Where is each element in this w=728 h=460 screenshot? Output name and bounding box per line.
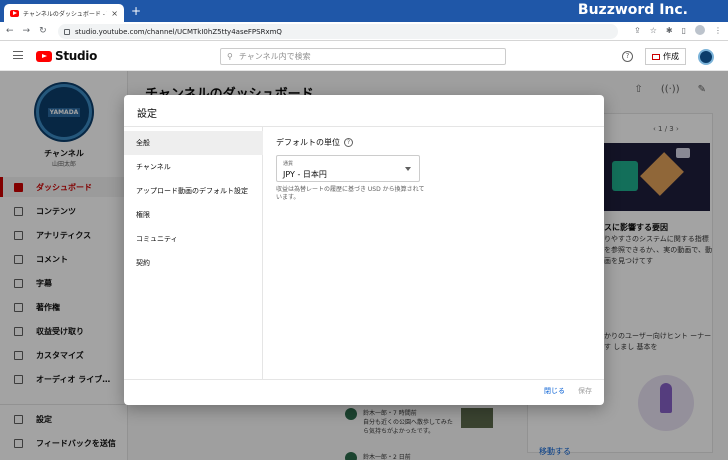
browser-tab[interactable]: チャンネルのダッシュボード - YouTube × xyxy=(4,4,124,22)
tab-title: チャンネルのダッシュボード - YouTube xyxy=(23,10,107,18)
search-input[interactable]: ⚲ チャンネル内で検索 xyxy=(220,48,506,65)
currency-caption: 通貨 xyxy=(283,161,294,167)
account-avatar[interactable] xyxy=(698,48,714,65)
watermark: Buzzword Inc. xyxy=(577,2,688,18)
close-button[interactable]: 閉じる xyxy=(544,386,565,396)
create-label: 作成 xyxy=(663,52,679,61)
create-button[interactable]: 作成 xyxy=(645,48,686,65)
share-icon[interactable]: ⇪ xyxy=(634,26,641,35)
search-icon: ⚲ xyxy=(227,52,233,61)
lock-icon xyxy=(64,28,70,35)
sidepanel-icon[interactable]: ▯ xyxy=(682,26,686,35)
section-label: デフォルトの単位 xyxy=(276,138,340,147)
settings-nav-upload-defaults[interactable]: アップロード動画のデフォルト設定 xyxy=(124,179,263,203)
settings-dialog: 設定 全般 チャンネル アップロード動画のデフォルト設定 権限 コミュニティ 契… xyxy=(124,95,604,405)
currency-note: 収益は為替レートの履歴に基づき USD から換算されています。 xyxy=(276,186,425,201)
menu-icon[interactable]: ⋮ xyxy=(714,26,722,35)
settings-nav-community[interactable]: コミュニティ xyxy=(124,227,263,251)
forward-icon[interactable]: → xyxy=(23,26,31,36)
currency-value: JPY - 日本円 xyxy=(283,170,327,179)
dialog-title: 設定 xyxy=(137,109,157,120)
new-tab-icon[interactable]: + xyxy=(131,4,141,18)
header-actions: ? 作成 xyxy=(622,48,714,65)
back-icon[interactable]: ← xyxy=(6,26,14,36)
browser-tabbar: チャンネルのダッシュボード - YouTube × + Buzzword Inc… xyxy=(0,0,728,22)
save-button[interactable]: 保存 xyxy=(578,386,592,396)
hamburger-icon[interactable] xyxy=(13,51,23,59)
youtube-favicon-icon xyxy=(10,9,19,17)
settings-nav-channel[interactable]: チャンネル xyxy=(124,155,263,179)
settings-nav: 全般 チャンネル アップロード動画のデフォルト設定 権限 コミュニティ 契約 xyxy=(124,127,263,379)
camera-icon xyxy=(652,53,660,60)
settings-nav-permissions[interactable]: 権限 xyxy=(124,203,263,227)
settings-nav-general[interactable]: 全般 xyxy=(124,131,263,155)
star-icon[interactable]: ☆ xyxy=(650,26,657,35)
youtube-logo-icon xyxy=(36,50,52,62)
dialog-footer-divider xyxy=(124,379,604,380)
studio-logo[interactable]: Studio xyxy=(36,49,97,63)
url-text: studio.youtube.com/channel/UCMTkI0hZ5tty… xyxy=(75,27,282,36)
profile-icon[interactable] xyxy=(695,25,705,35)
url-field[interactable]: studio.youtube.com/channel/UCMTkI0hZ5tty… xyxy=(58,24,618,39)
default-units-label: デフォルトの単位 ? xyxy=(276,137,353,148)
search-placeholder: チャンネル内で検索 xyxy=(238,52,311,61)
studio-header: Studio ⚲ チャンネル内で検索 ? 作成 xyxy=(0,41,728,71)
settings-nav-agreements[interactable]: 契約 xyxy=(124,251,263,275)
currency-select[interactable]: 通貨 JPY - 日本円 xyxy=(276,155,420,182)
extensions-icon[interactable]: ✱ xyxy=(666,26,673,35)
help-icon[interactable]: ? xyxy=(622,51,633,62)
dropdown-arrow-icon xyxy=(405,167,411,171)
logo-text: Studio xyxy=(55,49,98,63)
address-bar: ← → ↻ studio.youtube.com/channel/UCMTkI0… xyxy=(0,22,728,41)
help-icon[interactable]: ? xyxy=(344,138,353,147)
browser-toolbar-right: ⇪ ☆ ✱ ▯ ⋮ xyxy=(634,25,722,35)
close-tab-icon[interactable]: × xyxy=(111,9,118,18)
reload-icon[interactable]: ↻ xyxy=(39,26,47,36)
